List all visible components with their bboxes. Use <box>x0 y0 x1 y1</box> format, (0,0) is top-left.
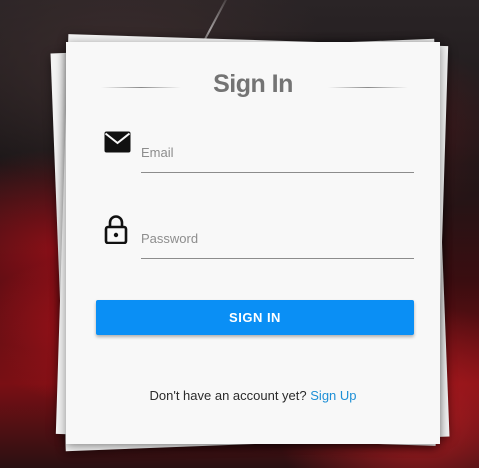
signin-card: Sign In SIGN IN Don't have an account ye… <box>66 42 440 444</box>
title-divider-right <box>328 87 408 88</box>
sign-up-link[interactable]: Sign Up <box>310 388 356 403</box>
padlock-icon <box>104 215 128 244</box>
password-field[interactable] <box>141 218 414 258</box>
envelope-icon <box>104 131 131 153</box>
title-row: Sign In <box>66 70 440 104</box>
background-scene: Sign In SIGN IN Don't have an account ye… <box>0 0 479 468</box>
password-field-container <box>141 218 414 259</box>
email-field[interactable] <box>141 132 414 172</box>
email-field-container <box>141 132 414 173</box>
sign-in-button[interactable]: SIGN IN <box>96 300 414 335</box>
signup-prompt-text: Don't have an account yet? <box>149 388 307 403</box>
page-title: Sign In <box>213 70 293 98</box>
signup-prompt: Don't have an account yet? Sign Up <box>66 388 440 403</box>
